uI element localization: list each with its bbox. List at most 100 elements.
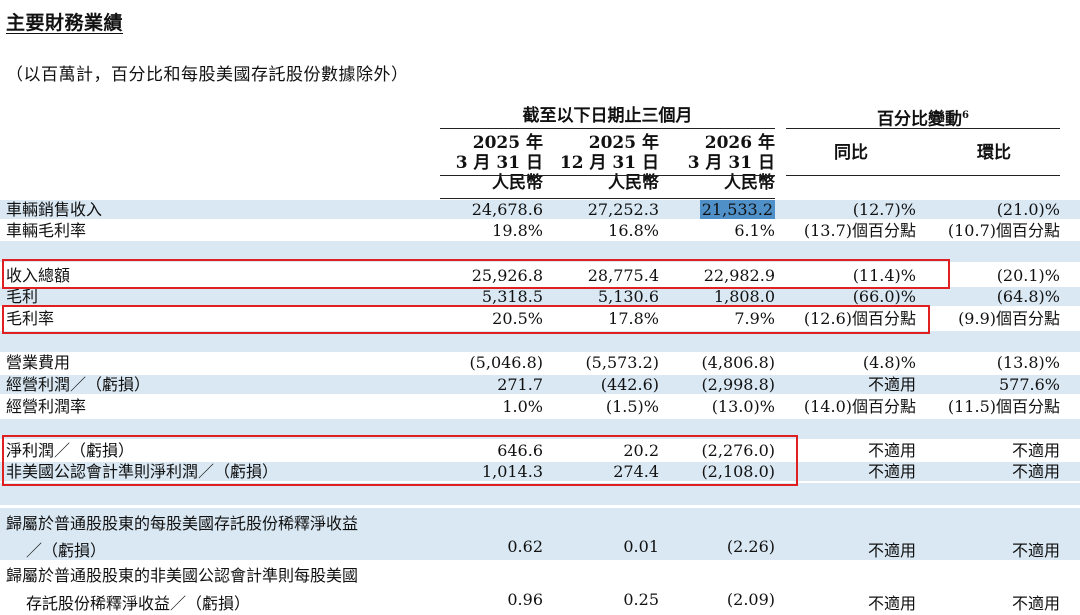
value-yoy: 不適用 <box>867 375 916 394</box>
period-date-rule <box>440 175 775 176</box>
value-2025q1: 20.5% <box>492 309 543 328</box>
value-qoq: (10.7)個百分點 <box>947 221 1060 240</box>
table-row-operating-profit: 經營利潤／（虧損） 271.7 (442.6) (2,998.8) 不適用 57… <box>0 375 1080 394</box>
column-header-qoq: 環比 <box>977 143 1011 163</box>
value-yoy: (11.4)% <box>852 266 916 285</box>
period-group-header: 截至以下日期止三個月 <box>522 106 693 126</box>
value-qoq: 不適用 <box>1011 541 1060 560</box>
value-2025q1: 25,926.8 <box>471 266 543 285</box>
value-yoy: (13.7)個百分點 <box>803 221 916 240</box>
change-group-header: 百分比變動6 <box>877 109 969 130</box>
value-2026q1: 1,808.0 <box>713 287 775 306</box>
value-2025q4: 27,252.3 <box>587 200 659 219</box>
value-2026q1: (2.26) <box>726 537 775 556</box>
value-2025q4: 274.4 <box>613 462 659 481</box>
value-qoq: (11.5)個百分點 <box>947 397 1060 416</box>
value-yoy: 不適用 <box>867 541 916 560</box>
value-yoy: 不適用 <box>867 441 916 460</box>
units-note: （以百萬計，百分比和每股美國存託股份數據除外） <box>6 65 409 85</box>
value-2025q4: 28,775.4 <box>587 266 659 285</box>
value-2025q1: 0.96 <box>507 590 543 609</box>
value-yoy: (14.0)個百分點 <box>803 397 916 416</box>
value-2025q1: 5,318.5 <box>481 287 543 306</box>
spacer-band <box>0 483 1080 505</box>
value-qoq: (20.1)% <box>996 266 1060 285</box>
value-2025q1: 24,678.6 <box>471 200 543 219</box>
change-group-rule <box>786 128 1060 129</box>
table-row-gross-margin: 毛利率 20.5% 17.8% 7.9% (12.6)個百分點 (9.9)個百分… <box>0 309 1080 328</box>
row-label-line1: 歸屬於普通股股東的非美國公認會計準則每股美國 <box>6 566 359 585</box>
row-label: 毛利率 <box>6 309 55 328</box>
table-row-operating-expenses: 營業費用 (5,046.8) (5,573.2) (4,806.8) (4.8)… <box>0 353 1080 372</box>
value-2026q1: (2,108.0) <box>701 462 775 481</box>
value-2026q1: (2.09) <box>726 590 775 609</box>
value-yoy: (4.8)% <box>862 353 916 372</box>
value-2025q4: (442.6) <box>600 375 659 394</box>
row-label-line2: 存託股份稀釋淨收益／（虧損） <box>26 594 251 613</box>
highlighted-value: 21,533.2 <box>699 200 775 219</box>
row-label: 營業費用 <box>6 353 71 372</box>
value-qoq: 577.6% <box>998 375 1060 394</box>
table-row-diluted-eps: 歸屬於普通股股東的每股美國存託股份稀釋淨收益 ／（虧損） 0.62 0.01 (… <box>0 508 1080 560</box>
value-2025q1: (5,046.8) <box>469 353 543 372</box>
row-label: 淨利潤／（虧損） <box>6 441 135 460</box>
value-yoy: (12.6)個百分點 <box>803 309 916 328</box>
column-header-2025q4: 2025 年 12 月 31 日 人民幣 <box>559 133 659 193</box>
row-label-line2: ／（虧損） <box>26 541 107 560</box>
table-row-net-profit: 淨利潤／（虧損） 646.6 20.2 (2,276.0) 不適用 不適用 <box>0 441 1080 460</box>
spacer-band <box>0 419 1080 439</box>
value-2026q1: (4,806.8) <box>701 353 775 372</box>
row-label: 毛利 <box>6 287 39 306</box>
table-row-total-revenue: 收入總額 25,926.8 28,775.4 22,982.9 (11.4)% … <box>0 266 1080 285</box>
value-qoq: 不適用 <box>1011 462 1060 481</box>
value-2025q1: 0.62 <box>507 537 543 556</box>
value-2025q4: (1.5)% <box>605 397 659 416</box>
value-2025q1: 1,014.3 <box>481 462 543 481</box>
row-label: 非美國公認會計準則淨利潤／（虧損） <box>6 462 279 481</box>
value-yoy: (66.0)% <box>852 287 916 306</box>
value-qoq: (9.9)個百分點 <box>958 309 1060 328</box>
value-2025q4: (5,573.2) <box>585 353 659 372</box>
row-label: 經營利潤／（虧損） <box>6 375 151 394</box>
value-2025q1: 1.0% <box>502 397 543 416</box>
table-row-non-gaap-net-profit: 非美國公認會計準則淨利潤／（虧損） 1,014.3 274.4 (2,108.0… <box>0 462 1080 481</box>
change-header-rule <box>786 175 1060 176</box>
row-label: 經營利潤率 <box>6 397 87 416</box>
value-qoq: 不適用 <box>1011 441 1060 460</box>
value-qoq: (21.0)% <box>996 200 1060 219</box>
table-row-vehicle-sales: 車輛銷售收入 24,678.6 27,252.3 21,533.2 (12.7)… <box>0 200 1080 219</box>
value-2026q1: 21,533.2 <box>672 200 775 219</box>
column-header-yoy: 同比 <box>834 143 868 163</box>
column-header-2026q1: 2026 年 3 月 31 日 人民幣 <box>687 133 775 193</box>
value-2025q4: 20.2 <box>623 441 659 460</box>
table-row-vehicle-margin: 車輛毛利率 19.8% 16.8% 6.1% (13.7)個百分點 (10.7)… <box>0 221 1080 240</box>
value-2026q1: (2,998.8) <box>701 375 775 394</box>
currency-rule <box>440 198 775 199</box>
value-yoy: (12.7)% <box>852 200 916 219</box>
row-label: 收入總額 <box>6 266 71 285</box>
value-2025q1: 19.8% <box>492 221 543 240</box>
value-2026q1: 6.1% <box>734 221 775 240</box>
value-2025q1: 646.6 <box>497 441 543 460</box>
value-qoq: 不適用 <box>1011 594 1060 613</box>
value-2025q4: 0.25 <box>623 590 659 609</box>
row-label: 車輛毛利率 <box>6 221 87 240</box>
value-qoq: (13.8)% <box>996 353 1060 372</box>
value-2026q1: 7.9% <box>734 309 775 328</box>
value-qoq: (64.8)% <box>996 287 1060 306</box>
spacer-band <box>0 331 1080 352</box>
page-title: 主要財務業績 <box>6 12 124 34</box>
value-yoy: 不適用 <box>867 462 916 481</box>
value-2025q4: 5,130.6 <box>597 287 659 306</box>
row-label: 車輛銷售收入 <box>6 200 103 219</box>
value-2026q1: (13.0)% <box>711 397 775 416</box>
period-group-rule <box>440 128 775 129</box>
value-2026q1: (2,276.0) <box>701 441 775 460</box>
value-2026q1: 22,982.9 <box>703 266 775 285</box>
table-row-gross-profit: 毛利 5,318.5 5,130.6 1,808.0 (66.0)% (64.8… <box>0 287 1080 306</box>
row-label-line1: 歸屬於普通股股東的每股美國存託股份稀釋淨收益 <box>6 514 359 533</box>
value-2025q4: 16.8% <box>608 221 659 240</box>
table-row-non-gaap-diluted-eps: 歸屬於普通股股東的非美國公認會計準則每股美國 存託股份稀釋淨收益／（虧損） 0.… <box>0 562 1080 615</box>
value-yoy: 不適用 <box>867 594 916 613</box>
value-2025q4: 0.01 <box>623 537 659 556</box>
